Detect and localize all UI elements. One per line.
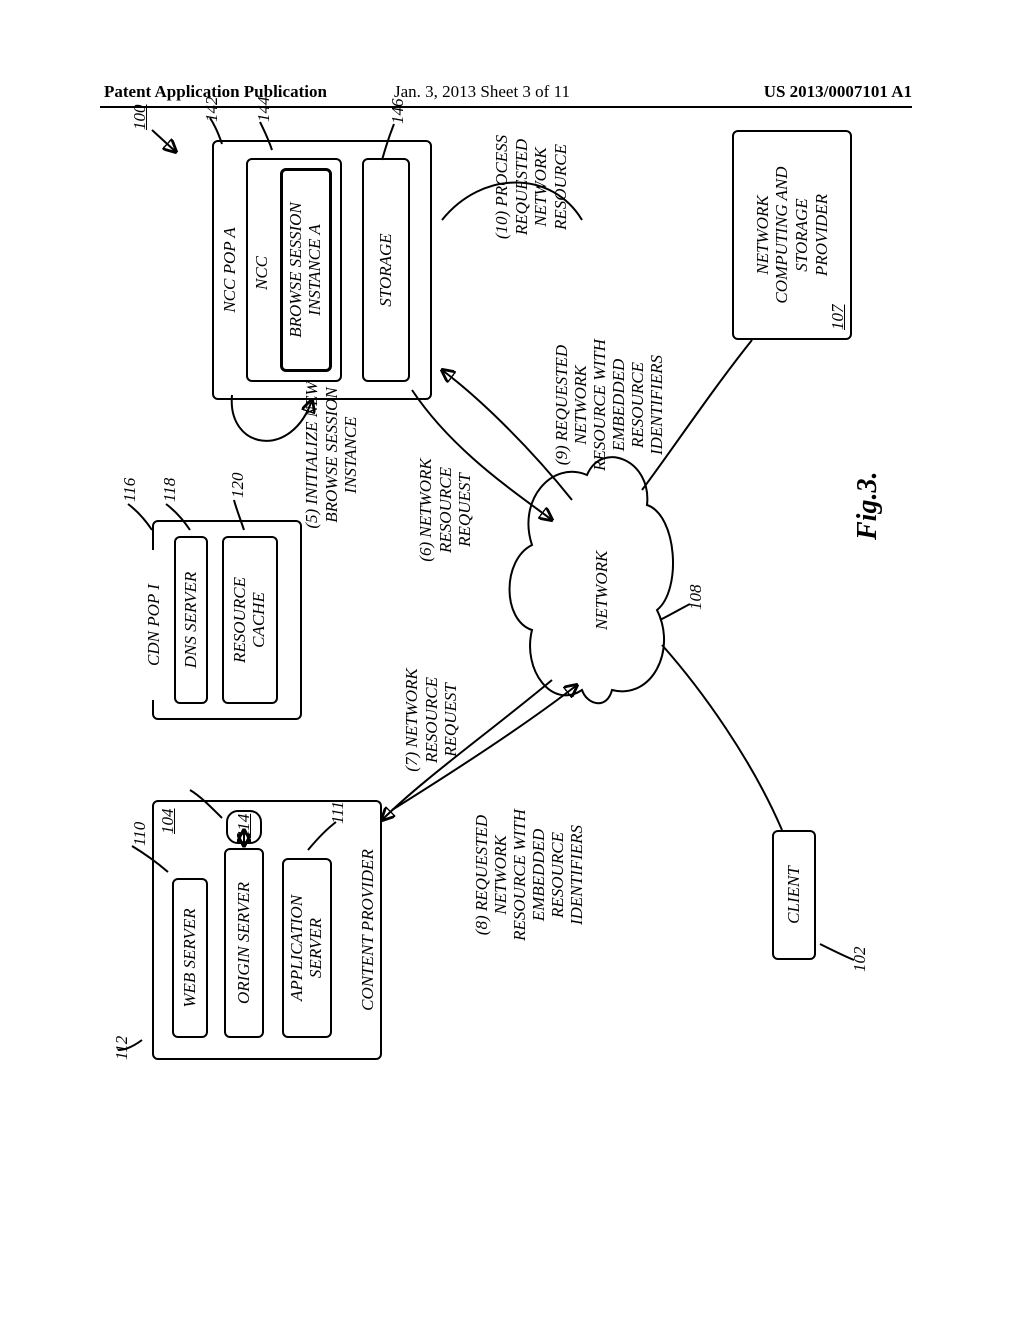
origin-server-box: ORIGIN SERVER <box>224 848 264 1038</box>
ref-107: 107 <box>828 305 848 331</box>
browse-session-label: BROWSE SESSION INSTANCE A <box>287 202 324 338</box>
cdn-pop-label: CDN POP I <box>144 584 164 666</box>
ref-114: 114 <box>234 814 254 838</box>
ref-104: 104 <box>158 809 178 835</box>
ref-142: 142 <box>202 97 222 123</box>
ncc-label: NCC <box>252 256 272 290</box>
ref-108: 108 <box>686 585 706 611</box>
content-provider-label: CONTENT PROVIDER <box>358 830 378 1030</box>
cdn-pop-title: CDN POP I <box>140 550 168 700</box>
flow-6: (6) NETWORK RESOURCE REQUEST <box>416 440 475 580</box>
browse-session-box: BROWSE SESSION INSTANCE A <box>280 168 332 372</box>
web-server-box: WEB SERVER <box>172 878 208 1038</box>
ref-110: 110 <box>130 822 150 846</box>
ref-100: 100 <box>130 105 150 131</box>
figure-caption: Fig.3. <box>852 472 884 540</box>
flow-5: (5) INITIALIZE NEW BROWSE SESSION INSTAN… <box>302 360 361 550</box>
web-server-label: WEB SERVER <box>180 908 200 1007</box>
storage-box: STORAGE <box>362 158 410 382</box>
ref-120: 120 <box>228 473 248 499</box>
application-server-label: APPLICATION SERVER <box>288 895 325 1001</box>
network-label: NETWORK <box>592 551 612 630</box>
ref-111: 111 <box>328 801 348 824</box>
origin-server-label: ORIGIN SERVER <box>234 882 254 1004</box>
ref-102: 102 <box>850 947 870 973</box>
flow-10: (10) PROCESS REQUESTED NETWORK RESOURCE <box>492 112 570 262</box>
resource-cache-box: RESOURCE CACHE <box>222 536 278 704</box>
dns-server-label: DNS SERVER <box>181 572 201 668</box>
ref-118: 118 <box>160 478 180 502</box>
client-box: CLIENT <box>772 830 816 960</box>
ref-144: 144 <box>254 97 274 123</box>
flow-8: (8) REQUESTED NETWORK RESOURCE WITH EMBE… <box>472 780 586 970</box>
application-server-box: APPLICATION SERVER <box>282 858 332 1038</box>
ncc-pop-title: NCC POP A <box>220 200 240 340</box>
resource-cache-label: RESOURCE CACHE <box>231 577 268 663</box>
client-label: CLIENT <box>784 866 804 924</box>
flow-9: (9) REQUESTED NETWORK RESOURCE WITH EMBE… <box>552 310 666 500</box>
ref-116: 116 <box>120 478 140 502</box>
ref-146: 146 <box>388 99 408 125</box>
ref-112: 112 <box>112 1036 132 1060</box>
storage-label: STORAGE <box>376 233 396 306</box>
ncsp-label: NETWORK COMPUTING AND STORAGE PROVIDER <box>753 166 831 303</box>
dns-server-box: DNS SERVER <box>174 536 208 704</box>
flow-7: (7) NETWORK RESOURCE REQUEST <box>402 650 461 790</box>
